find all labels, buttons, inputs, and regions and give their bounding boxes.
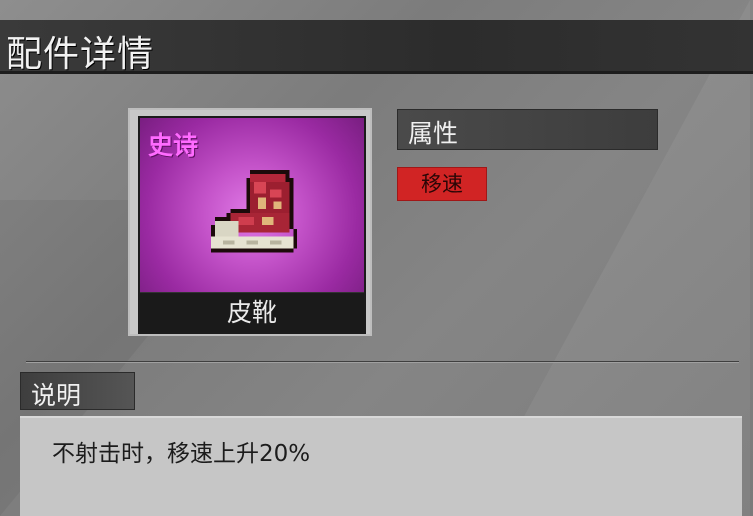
attributes-header-label: 属性 — [408, 119, 459, 148]
item-portrait: 史诗 皮靴 — [138, 116, 366, 334]
section-divider — [26, 361, 739, 363]
description-header-label: 说明 — [31, 381, 82, 410]
leather-boot-icon — [211, 170, 298, 253]
attributes-header: 属性 — [397, 109, 658, 150]
description-box: 不射击时，移速上升20% — [20, 416, 742, 516]
item-card: 史诗 皮靴 — [128, 108, 372, 336]
attribute-tag-label: 移速 — [421, 172, 463, 196]
description-header: 说明 — [20, 372, 135, 410]
page-title: 配件详情 — [6, 34, 155, 75]
title-bar: 配件详情 — [0, 20, 753, 75]
rarity-label: 史诗 — [148, 131, 199, 160]
attribute-tag: 移速 — [397, 167, 487, 201]
description-text: 不射击时，移速上升20% — [52, 441, 311, 467]
item-name: 皮靴 — [226, 298, 277, 327]
item-name-bar: 皮靴 — [140, 292, 364, 332]
